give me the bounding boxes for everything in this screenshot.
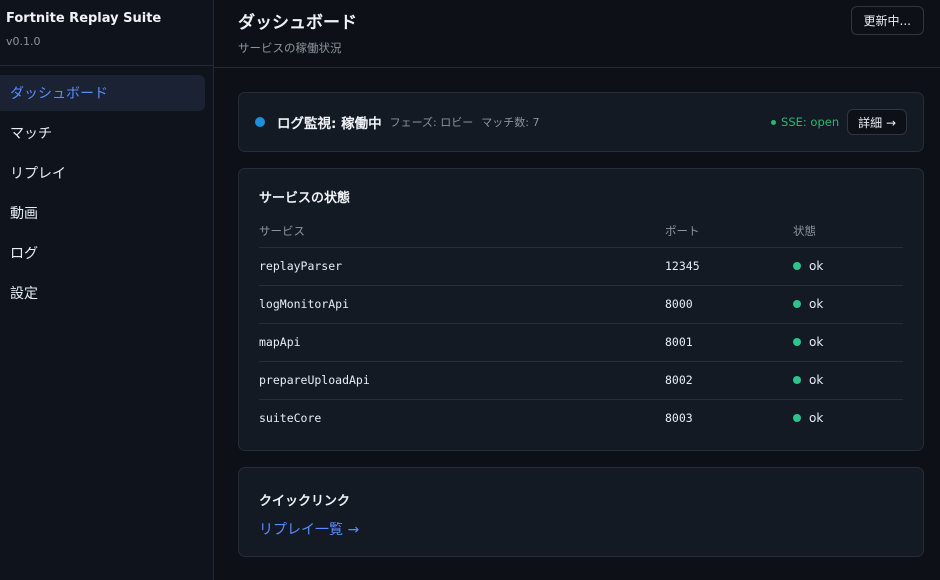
log-monitor-card: ログ監視: 稼働中 フェーズ: ロビー マッチ数: 7 SSE: open 詳細… xyxy=(238,92,924,152)
quick-links-title: クイックリンク xyxy=(259,494,351,509)
service-port: 8002 xyxy=(665,361,793,400)
sse-status: SSE: open xyxy=(771,115,839,129)
column-header-service: サービス xyxy=(259,216,665,248)
page-header: ダッシュボード サービスの稼働状況 更新中... xyxy=(214,0,940,68)
table-row: logMonitorApi 8000 ok xyxy=(259,285,903,324)
monitor-title: ログ監視: 稼働中 xyxy=(277,116,382,132)
page-subtitle: サービスの稼働状況 xyxy=(238,41,342,55)
table-row: mapApi 8001 ok xyxy=(259,323,903,362)
service-status: ok xyxy=(793,248,903,285)
status-ok-dot-icon xyxy=(793,300,801,308)
sse-dot-icon xyxy=(771,119,777,125)
sidebar: Fortnite Replay Suite v0.1.0 ダッシュボード マッチ… xyxy=(0,0,214,580)
column-header-status: 状態 xyxy=(793,216,903,248)
service-status: ok xyxy=(793,362,903,399)
service-name: mapApi xyxy=(259,323,665,362)
sidebar-item-settings[interactable]: 設定 xyxy=(0,275,205,311)
service-status: ok xyxy=(793,400,903,437)
service-status-label: ok xyxy=(809,411,824,425)
table-row: suiteCore 8003 ok xyxy=(259,399,903,437)
dashboard-content: ログ監視: 稼働中 フェーズ: ロビー マッチ数: 7 SSE: open 詳細… xyxy=(214,68,940,557)
column-header-port: ポート xyxy=(665,216,793,248)
sidebar-item-matches[interactable]: マッチ xyxy=(0,115,205,151)
service-port: 8003 xyxy=(665,411,693,425)
page-title: ダッシュボード xyxy=(238,13,357,33)
quick-links-card: クイックリンク リプレイ一覧 → xyxy=(238,467,924,557)
service-port: 8001 xyxy=(665,323,793,362)
service-port: 12345 xyxy=(665,247,793,286)
table-row: replayParser 12345 ok xyxy=(259,247,903,286)
status-ok-dot-icon xyxy=(793,414,801,422)
monitor-status-dot-icon xyxy=(255,117,265,127)
brand: Fortnite Replay Suite v0.1.0 xyxy=(0,0,213,66)
service-name: suiteCore xyxy=(259,411,322,425)
status-ok-dot-icon xyxy=(793,338,801,346)
table-row: prepareUploadApi 8002 ok xyxy=(259,361,903,400)
service-port: 8000 xyxy=(665,285,793,324)
service-name: prepareUploadApi xyxy=(259,361,665,400)
service-status: ok xyxy=(793,324,903,361)
service-status: ok xyxy=(793,286,903,323)
service-status-label: ok xyxy=(809,259,824,273)
sidebar-item-dashboard[interactable]: ダッシュボード xyxy=(0,75,205,111)
app-title: Fortnite Replay Suite xyxy=(6,11,162,26)
detail-button[interactable]: 詳細 → xyxy=(847,109,907,135)
monitor-phase: フェーズ: ロビー xyxy=(389,116,474,129)
refresh-button[interactable]: 更新中... xyxy=(850,6,924,35)
app-version: v0.1.0 xyxy=(6,35,41,48)
service-status-label: ok xyxy=(809,373,824,387)
services-title: サービスの状態 xyxy=(259,191,351,206)
service-status-label: ok xyxy=(809,297,824,311)
sidebar-nav: ダッシュボード マッチ リプレイ 動画 ログ 設定 xyxy=(0,66,213,311)
replay-list-link[interactable]: リプレイ一覧 → xyxy=(259,519,359,539)
service-name: replayParser xyxy=(259,247,665,286)
sidebar-item-videos[interactable]: 動画 xyxy=(0,195,205,231)
services-table: サービス ポート 状態 replayParser 12345 ok logMon… xyxy=(259,216,903,437)
service-name: logMonitorApi xyxy=(259,285,665,324)
status-ok-dot-icon xyxy=(793,376,801,384)
services-card: サービスの状態 サービス ポート 状態 replayParser 12345 o… xyxy=(238,168,924,451)
table-header-row: サービス ポート 状態 xyxy=(259,216,903,248)
sse-status-label: SSE: open xyxy=(781,115,840,129)
status-ok-dot-icon xyxy=(793,262,801,270)
sidebar-item-replays[interactable]: リプレイ xyxy=(0,155,205,191)
main-content: ダッシュボード サービスの稼働状況 更新中... ログ監視: 稼働中 フェーズ:… xyxy=(214,0,940,580)
sidebar-item-logs[interactable]: ログ xyxy=(0,235,205,271)
monitor-match-count: マッチ数: 7 xyxy=(481,116,540,129)
service-status-label: ok xyxy=(809,335,824,349)
